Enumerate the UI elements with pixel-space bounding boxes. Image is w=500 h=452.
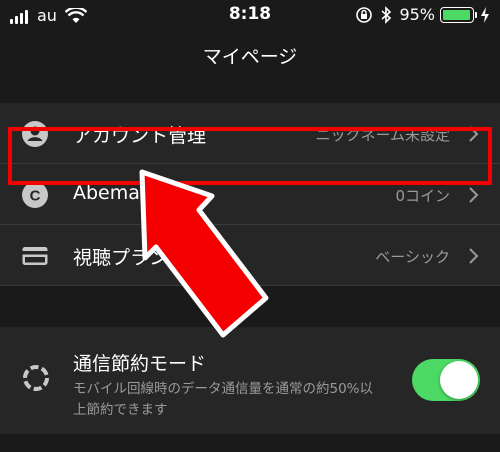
row-label: 視聴プラン [73, 247, 169, 269]
battery-percent: 95% [399, 5, 435, 24]
row-label: Abema [73, 182, 140, 204]
page-title: マイページ [202, 46, 298, 68]
row-value: ベーシック [375, 248, 450, 266]
data-saving-icon [23, 365, 49, 391]
data-saving-description: モバイル回線時のデータ通信量を通常の約50%以上節約できます [73, 381, 374, 418]
chevron-right-icon [469, 187, 479, 203]
data-saving-row: 通信節約モード モバイル回線時のデータ通信量を通常の約50%以上節約できます [0, 327, 500, 434]
status-bar: au 8:18 95% [0, 0, 500, 30]
data-saving-title: 通信節約モード [73, 353, 207, 375]
toggle-knob [440, 361, 478, 399]
chevron-right-icon [469, 248, 479, 264]
row-value: 0コイン [395, 187, 450, 205]
card-icon [22, 247, 48, 265]
coin-icon: C [22, 182, 48, 208]
data-saving-toggle[interactable] [412, 359, 480, 401]
highlight-box [8, 127, 492, 185]
charging-icon [481, 6, 489, 23]
orientation-lock-icon [356, 6, 373, 23]
svg-text:C: C [30, 188, 41, 205]
battery-icon [440, 6, 477, 23]
viewing-plan-row[interactable]: 視聴プラン ベーシック [0, 225, 500, 286]
section-gap [0, 286, 500, 327]
bluetooth-icon [381, 5, 392, 24]
battery-level [443, 9, 470, 20]
